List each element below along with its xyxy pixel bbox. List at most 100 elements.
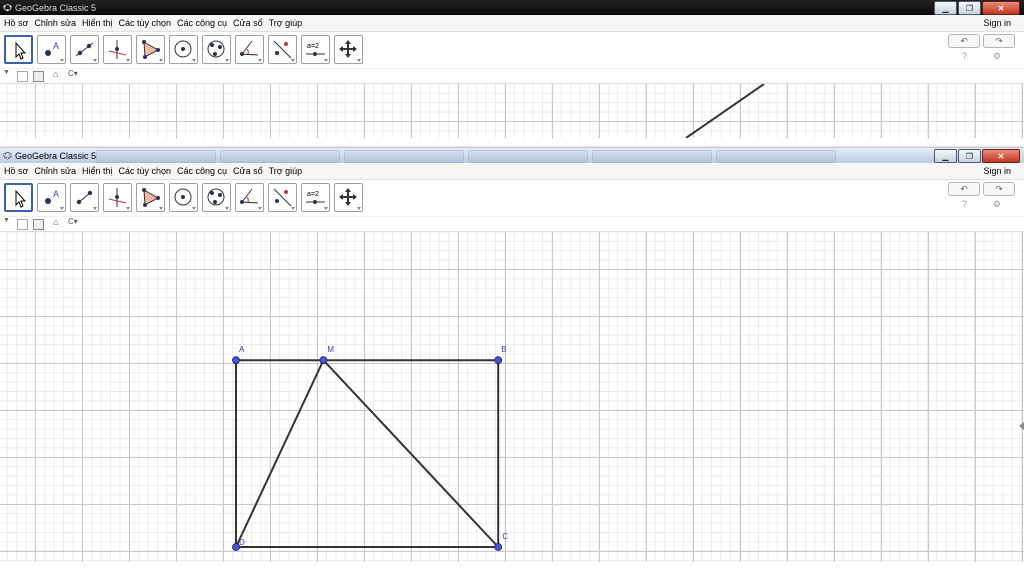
point-A[interactable] (232, 356, 240, 365)
title-bar[interactable]: GeoGebra Classic 5 ▁ ❐ ✕ (0, 148, 1024, 163)
segment-DM[interactable] (235, 359, 325, 548)
settings-gear-icon[interactable]: ⚙ (993, 51, 1001, 62)
show-grid-icon[interactable] (33, 71, 44, 82)
show-grid-icon[interactable] (33, 219, 44, 230)
polygon-tool-button[interactable] (136, 183, 165, 212)
menu-edit[interactable]: Chỉnh sửa (34, 166, 76, 176)
cursor-arrow-icon (15, 41, 27, 60)
menu-window[interactable]: Cửa sổ (233, 166, 263, 176)
menu-options[interactable]: Các tùy chọn (118, 18, 171, 28)
segment-MC[interactable] (322, 359, 499, 548)
redo-button[interactable]: ↷ (983, 34, 1015, 48)
perpendicular-line-icon (108, 40, 127, 59)
point-tool-button[interactable]: A (37, 35, 66, 64)
home-icon[interactable]: ⌂ (53, 69, 58, 79)
stylebar-toggle-icon[interactable]: ▼ (3, 69, 10, 76)
ghost-tab (344, 150, 464, 163)
menu-file[interactable]: Hồ sơ (4, 166, 28, 176)
conic-tool-button[interactable] (202, 35, 231, 64)
ghost-tab (592, 150, 712, 163)
point-C[interactable] (494, 543, 503, 551)
angle-tool-button[interactable] (235, 35, 264, 64)
svg-text:A: A (53, 189, 59, 199)
menu-edit[interactable]: Chỉnh sửa (34, 18, 76, 28)
sign-in-link[interactable]: Sign in (983, 18, 1011, 28)
close-button[interactable]: ✕ (982, 1, 1020, 15)
window-controls: ▁ ❐ ✕ (933, 1, 1020, 15)
line-tool-button[interactable] (70, 35, 99, 64)
menu-help[interactable]: Trợ giúp (269, 166, 303, 176)
menu-bar: Hồ sơ Chỉnh sửa Hiển thị Các tùy chọn Cá… (0, 15, 1024, 32)
line-tool-button[interactable] (70, 183, 99, 212)
move-arrows-icon (339, 188, 357, 206)
perpendicular-tool-button[interactable] (103, 35, 132, 64)
help-icon[interactable]: ? (962, 199, 967, 209)
window-title: GeoGebra Classic 5 (15, 2, 97, 13)
perpendicular-tool-button[interactable] (103, 183, 132, 212)
point-label-M: M (327, 345, 334, 354)
angle-icon (240, 40, 259, 56)
reflect-icon (273, 188, 292, 207)
side-panel-toggle-icon[interactable] (1019, 422, 1024, 430)
taskbar-ghost-tabs (96, 150, 836, 163)
maximize-button[interactable]: ❐ (958, 149, 981, 163)
menu-file[interactable]: Hồ sơ (4, 18, 28, 28)
point-label-D: D (239, 538, 245, 547)
caption-style-dropdown[interactable]: C▾ (68, 217, 78, 226)
move-arrows-icon (339, 40, 357, 58)
help-icon[interactable]: ? (962, 51, 967, 61)
menu-view[interactable]: Hiển thị (82, 18, 113, 28)
menu-tools[interactable]: Các công cụ (177, 166, 227, 176)
graphics-view[interactable] (0, 84, 1024, 138)
move-graphics-tool-button[interactable] (334, 35, 363, 64)
home-icon[interactable]: ⌂ (53, 217, 58, 227)
polygon-tool-button[interactable] (136, 35, 165, 64)
angle-icon (240, 188, 259, 204)
polygon-icon (142, 40, 160, 59)
undo-button[interactable]: ↶ (948, 182, 980, 196)
maximize-button[interactable]: ❐ (958, 1, 981, 15)
show-axes-icon[interactable] (17, 219, 28, 230)
slider-tool-button[interactable]: a=2 (301, 35, 330, 64)
circle-tool-button[interactable] (169, 183, 198, 212)
minimize-button[interactable]: ▁ (934, 149, 957, 163)
graphics-view[interactable]: A M B C D (0, 232, 1024, 562)
move-tool-button[interactable] (4, 35, 33, 64)
menu-window[interactable]: Cửa sổ (233, 18, 263, 28)
angle-tool-button[interactable] (235, 183, 264, 212)
circle-tool-button[interactable] (169, 35, 198, 64)
geogebra-window-back: GeoGebra Classic 5 ▁ ❐ ✕ Hồ sơ Chỉnh sửa… (0, 0, 1024, 150)
minimize-button[interactable]: ▁ (934, 1, 957, 15)
slider-icon: a=2 (306, 191, 325, 204)
style-bar: ▼ ⌂ C▾ (0, 69, 1024, 84)
point-tool-button[interactable]: A (37, 183, 66, 212)
line-icon (76, 190, 93, 205)
reflect-tool-button[interactable] (268, 183, 297, 212)
toolbar: A a=2 ↶ ↷ ? ⚙ (0, 180, 1024, 217)
move-graphics-tool-button[interactable] (334, 183, 363, 212)
ghost-tab (96, 150, 216, 163)
circle-icon (174, 188, 192, 206)
undo-button[interactable]: ↶ (948, 34, 980, 48)
point-M[interactable] (319, 356, 328, 365)
menu-view[interactable]: Hiển thị (82, 166, 113, 176)
menu-help[interactable]: Trợ giúp (269, 18, 303, 28)
title-bar[interactable]: GeoGebra Classic 5 ▁ ❐ ✕ (0, 0, 1024, 15)
slider-tool-button[interactable]: a=2 (301, 183, 330, 212)
move-tool-button[interactable] (4, 183, 33, 212)
toolbar: A a=2 ↶ ↷ ? ⚙ (0, 32, 1024, 69)
polygon-icon (142, 188, 160, 207)
sign-in-link[interactable]: Sign in (983, 166, 1011, 176)
redo-button[interactable]: ↷ (983, 182, 1015, 196)
conic-tool-button[interactable] (202, 183, 231, 212)
menu-bar: Hồ sơ Chỉnh sửa Hiển thị Các tùy chọn Cá… (0, 163, 1024, 180)
reflect-tool-button[interactable] (268, 35, 297, 64)
menu-tools[interactable]: Các công cụ (177, 18, 227, 28)
show-axes-icon[interactable] (17, 71, 28, 82)
stylebar-toggle-icon[interactable]: ▼ (3, 217, 10, 224)
menu-options[interactable]: Các tùy chọn (118, 166, 171, 176)
close-button[interactable]: ✕ (982, 149, 1020, 163)
settings-gear-icon[interactable]: ⚙ (993, 199, 1001, 210)
point-B[interactable] (494, 356, 503, 365)
caption-style-dropdown[interactable]: C▾ (68, 69, 78, 78)
